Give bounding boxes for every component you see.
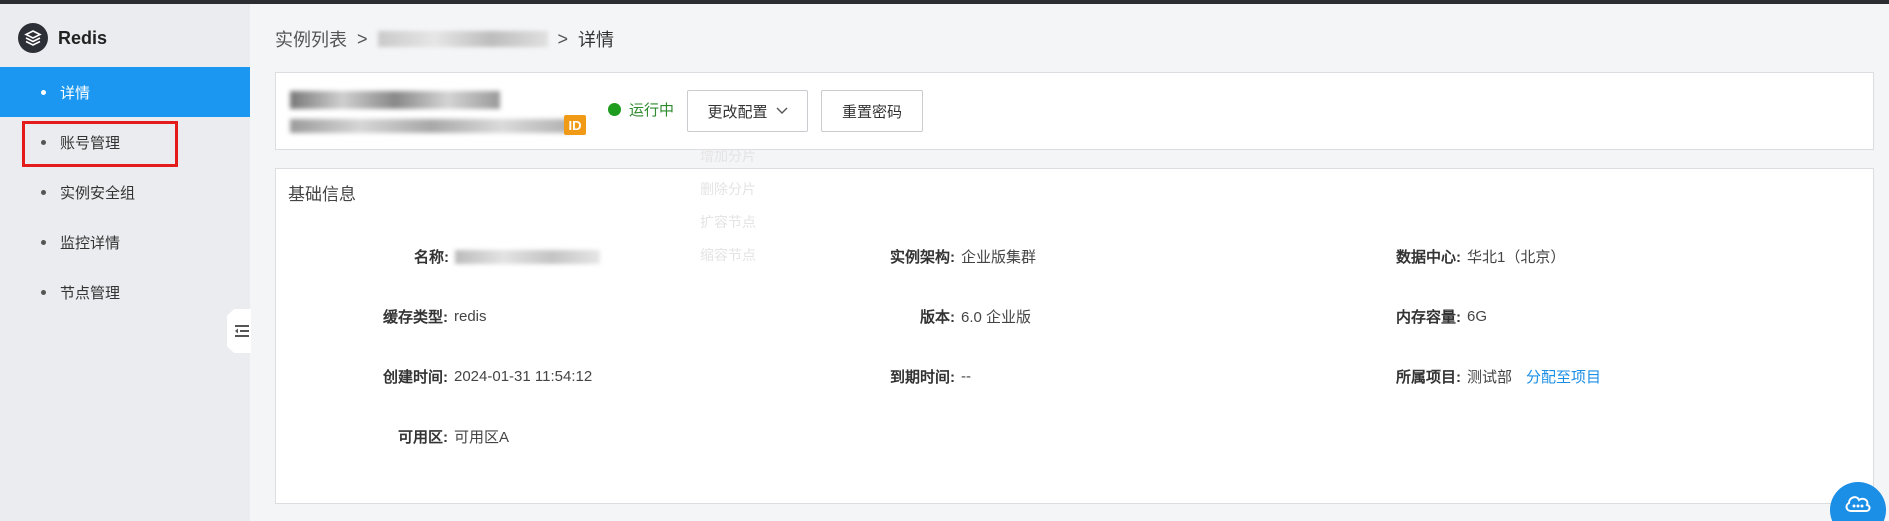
- field-value: redis: [454, 307, 487, 325]
- instance-name-redacted: [455, 249, 600, 264]
- sidebar-nav: 详情 账号管理 实例安全组 监控详情 节点管理: [0, 67, 250, 317]
- field-value: 6.0 企业版: [961, 308, 1032, 326]
- field-label: 到期时间:: [890, 368, 955, 386]
- reset-password-button[interactable]: 重置密码: [821, 90, 923, 132]
- sidebar-collapse-button[interactable]: [227, 309, 251, 353]
- dropdown-item: 扩容节点: [700, 214, 756, 230]
- breadcrumb-separator: >: [557, 28, 569, 49]
- bullet-icon: [41, 90, 46, 95]
- redis-logo-icon: [18, 23, 48, 53]
- app-name: Redis: [58, 27, 108, 48]
- id-badge[interactable]: ID: [564, 115, 586, 135]
- field-memory: 内存容量: 6G: [1396, 306, 1487, 326]
- field-label: 缓存类型:: [383, 308, 448, 326]
- field-label: 内存容量:: [1396, 308, 1461, 326]
- field-value: 6G: [1467, 307, 1488, 325]
- field-value: --: [961, 367, 971, 385]
- field-value: 企业版集群: [961, 248, 1037, 266]
- field-label: 实例架构:: [890, 248, 955, 266]
- brand: Redis: [18, 18, 107, 58]
- sidebar-item-label: 监控详情: [60, 234, 121, 252]
- status-indicator: 运行中: [608, 99, 674, 120]
- breadcrumb-instance-list[interactable]: 实例列表: [275, 26, 347, 52]
- sidebar-item-label: 节点管理: [60, 284, 121, 302]
- change-config-button[interactable]: 更改配置: [687, 90, 808, 132]
- bullet-icon: [41, 290, 46, 295]
- field-arch: 实例架构: 企业版集群: [890, 246, 1036, 266]
- dropdown-item: 删除分片: [700, 181, 756, 197]
- breadcrumb-separator: >: [357, 28, 368, 49]
- dropdown-item: 缩容节点: [700, 247, 756, 263]
- field-value: 华北1（北京）: [1467, 248, 1566, 266]
- field-label: 版本:: [920, 308, 955, 326]
- sidebar-item-details[interactable]: 详情: [0, 67, 250, 117]
- sidebar-item-nodes[interactable]: 节点管理: [0, 267, 250, 317]
- sidebar-item-security-group[interactable]: 实例安全组: [0, 167, 250, 217]
- config-dropdown-ghost: 增加分片 删除分片 扩容节点 缩容节点: [700, 146, 790, 278]
- field-label: 名称:: [414, 248, 449, 266]
- field-label: 可用区:: [398, 428, 448, 446]
- collapse-icon: [235, 325, 249, 337]
- section-title: 基础信息: [288, 185, 356, 204]
- sidebar-item-label: 实例安全组: [60, 184, 136, 202]
- field-cache-type: 缓存类型: redis: [383, 306, 487, 326]
- dropdown-item: 增加分片: [700, 148, 756, 164]
- field-value: [455, 248, 600, 265]
- status-text: 运行中: [629, 102, 675, 119]
- breadcrumb-instance-name-redacted[interactable]: [377, 31, 548, 47]
- field-zone: 可用区: 可用区A: [398, 426, 509, 446]
- sidebar: Redis 详情 账号管理 实例安全组 监控详情 节点管理: [0, 4, 250, 521]
- sidebar-item-monitoring[interactable]: 监控详情: [0, 217, 250, 267]
- field-datacenter: 数据中心: 华北1（北京）: [1396, 246, 1565, 266]
- breadcrumb-current: 详情: [578, 30, 615, 50]
- sidebar-item-label: 详情: [60, 84, 91, 102]
- top-bar: [0, 0, 1889, 4]
- assign-project-link[interactable]: 分配至项目: [1526, 366, 1601, 387]
- highlight-annotation: [22, 121, 178, 167]
- instance-id-redacted: [290, 119, 572, 133]
- instance-header-card: ID 运行中 更改配置 重置密码: [275, 72, 1874, 150]
- bullet-icon: [41, 190, 46, 195]
- field-created-time: 创建时间: 2024-01-31 11:54:12: [383, 366, 592, 386]
- basic-info-card: 基础信息 名称: 实例架构: 企业版集群 数据中心: 华北1（北京） 缓存类型:…: [275, 168, 1874, 504]
- breadcrumb: 实例列表 > > 详情: [275, 26, 614, 52]
- field-expire-time: 到期时间: --: [890, 366, 971, 386]
- chevron-down-icon: [776, 107, 787, 114]
- cloud-chat-icon: [1845, 496, 1871, 512]
- field-label: 所属项目:: [1396, 368, 1461, 386]
- field-value: 可用区A: [454, 428, 510, 446]
- field-project: 所属项目: 测试部 分配至项目: [1396, 366, 1601, 386]
- change-config-label: 更改配置: [707, 103, 768, 121]
- instance-name-redacted: [290, 91, 500, 109]
- field-label: 创建时间:: [383, 368, 448, 386]
- bullet-icon: [41, 240, 46, 245]
- field-version: 版本: 6.0 企业版: [920, 306, 1031, 326]
- field-value: 测试部: [1467, 368, 1513, 386]
- field-label: 数据中心:: [1396, 248, 1461, 266]
- status-dot-icon: [608, 103, 621, 116]
- field-name: 名称:: [414, 246, 600, 266]
- field-value: 2024-01-31 11:54:12: [454, 367, 593, 385]
